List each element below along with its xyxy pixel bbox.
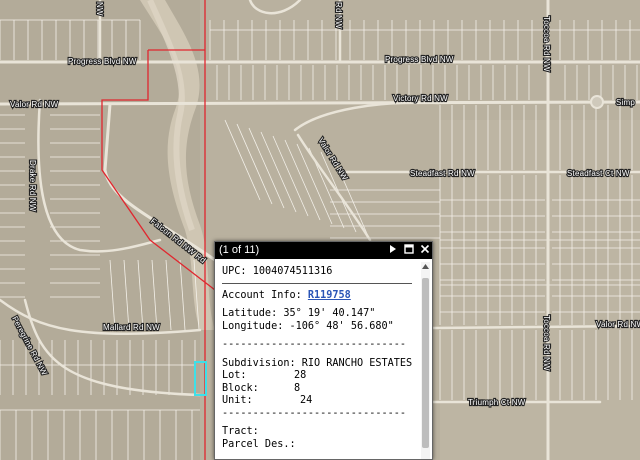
lot-label: Lot: [222,370,247,381]
maximize-icon[interactable] [403,244,415,256]
label-valor-right: Valor Rd NW [596,320,640,329]
latitude-value: 35° 19' 40.147" [283,308,376,319]
longitude-value: -106° 48' 56.680" [289,320,394,332]
tract-label: Tract: [222,426,259,437]
latitude-row: Latitude: 35° 19' 40.147" [222,308,412,321]
block-value: 8 [294,382,301,394]
block-row: Block: 8 [222,383,412,396]
label-drake: Drake Rd NW [28,160,37,212]
subdivision-value: RIO RANCHO ESTATES [301,357,413,369]
close-icon[interactable] [419,244,431,256]
label-valor: Valor Rd NW [10,100,59,109]
unit-row: Unit: 24 [222,395,412,408]
label-toccoa-top: Toccoa Rd NW [542,16,551,72]
upc-value: 1004074511316 [252,266,333,277]
popup-content: UPC: 1004074511316 Account Info: R119758… [215,260,418,459]
account-label: Account Info: [222,289,302,301]
label-top-left: NW [95,2,104,16]
label-top-mid: Rd NW [334,2,343,29]
account-link[interactable]: R119758 [308,290,351,301]
parcel-info-popup[interactable]: (1 of 11) UPC: 1004074511316 Account Inf… [214,241,433,460]
label-toccoa-bottom: Toccoa Rd NW [542,315,551,371]
popup-result-count: (1 of 11) [219,244,260,256]
popup-scrollbar[interactable] [421,262,430,459]
block-label: Block: [222,382,259,394]
next-arrow-icon[interactable] [387,244,399,256]
upc-row: UPC: 1004074511316 [222,266,412,279]
lot-value: 28 [294,370,307,381]
unit-label: Unit: [222,395,253,406]
label-triumph: Triumph Ct NW [468,398,526,407]
divider-text-2: ------------------------------ [222,407,407,419]
label-steadfast-ct: Steadfast Ct NW [567,169,630,178]
label-simp: Simp [616,98,635,107]
label-progress: Progress Blvd NW [68,57,137,66]
subdivision-row: Subdivision: RIO RANCHO ESTATES [222,358,412,371]
divider-text: ------------------------------ [222,339,407,350]
label-mallard: Mallard Rd NW [103,323,160,332]
label-steadfast: Steadfast Rd NW [410,169,475,178]
divider-line [222,282,412,284]
parcel-des-label: Parcel Des.: [222,438,296,450]
account-row: Account Info: R119758 [222,290,412,303]
tract-row: Tract: [222,426,412,439]
longitude-label: Longitude: [222,320,284,332]
road-victory [0,100,640,106]
lot-row: Lot: 28 [222,370,412,383]
popup-title-bar: (1 of 11) [215,242,432,259]
parcel-des-row: Parcel Des.: [222,439,412,452]
upc-label: UPC: [222,266,247,277]
longitude-row: Longitude: -106° 48' 56.680" [222,321,412,334]
cul-de-sac-simp [590,95,604,109]
scrollbar-thumb[interactable] [422,278,429,448]
latitude-label: Latitude: [222,308,278,319]
label-victory: Victory Rd NW [393,94,448,103]
unit-value: 24 [300,395,313,406]
label-progress-2: Progress Blvd NW [385,55,454,64]
subdivision-label: Subdivision: [222,357,296,369]
scroll-up-icon[interactable] [421,262,430,271]
